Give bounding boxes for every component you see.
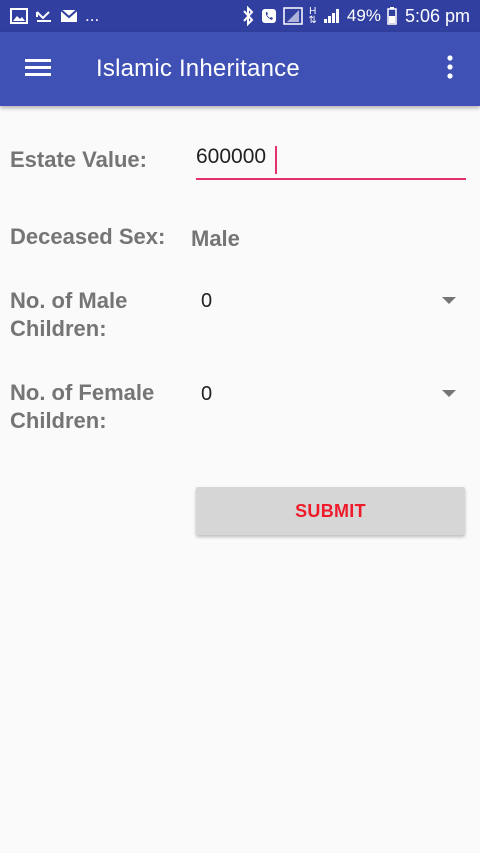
- male-children-value: 0: [201, 289, 213, 312]
- estate-value-field[interactable]: [196, 142, 466, 180]
- more-vert-icon: [447, 54, 453, 84]
- female-children-label-line2: Children:: [10, 408, 107, 433]
- dropdown-arrow-icon: [442, 292, 456, 310]
- male-children-label-line2: Children:: [10, 316, 107, 341]
- deceased-sex-value: Male: [191, 226, 240, 251]
- dropdown-arrow-icon: [442, 385, 456, 403]
- app-title: Islamic Inheritance: [96, 55, 300, 82]
- battery-icon: [387, 6, 397, 26]
- missed-call-icon: [35, 6, 53, 26]
- estate-value-label: Estate Value:: [10, 147, 147, 172]
- female-children-label: No. of Female Children:: [10, 379, 154, 435]
- overflow-menu-button[interactable]: [434, 32, 466, 106]
- menu-button[interactable]: [2, 32, 74, 106]
- network-type-icon: H ⇅: [309, 6, 317, 26]
- notification-icons: ...: [10, 6, 99, 26]
- call-icon: [261, 6, 277, 26]
- text-cursor: [275, 146, 277, 174]
- female-children-label-line1: No. of Female: [10, 380, 155, 405]
- submit-button[interactable]: SUBMIT: [196, 487, 465, 535]
- status-bar: ... H ⇅ 49% 5:06 pm: [0, 0, 480, 32]
- gallery-icon: [10, 6, 28, 26]
- network-arrows-icon: ⇅: [308, 15, 317, 26]
- female-children-value: 0: [201, 382, 213, 405]
- deceased-sex-label: Deceased Sex:: [10, 224, 166, 249]
- hamburger-icon: [25, 57, 51, 82]
- male-children-label: No. of Male Children:: [10, 287, 127, 343]
- clock: 5:06 pm: [404, 5, 470, 26]
- more-notifications: ...: [85, 6, 100, 25]
- male-children-spinner[interactable]: 0: [196, 284, 456, 318]
- female-children-spinner[interactable]: 0: [196, 377, 456, 411]
- male-children-label-line1: No. of Male: [10, 288, 128, 313]
- app-bar: Islamic Inheritance: [0, 32, 480, 106]
- mail-icon: [60, 6, 78, 26]
- cell-signal-icon: [323, 6, 341, 26]
- battery-percent: 49%: [346, 6, 381, 25]
- estate-value-input[interactable]: [196, 142, 466, 180]
- system-icons: H ⇅ 49% 5:06 pm: [241, 6, 470, 27]
- wifi-signal-icon: [282, 6, 303, 26]
- bluetooth-icon: [241, 6, 255, 26]
